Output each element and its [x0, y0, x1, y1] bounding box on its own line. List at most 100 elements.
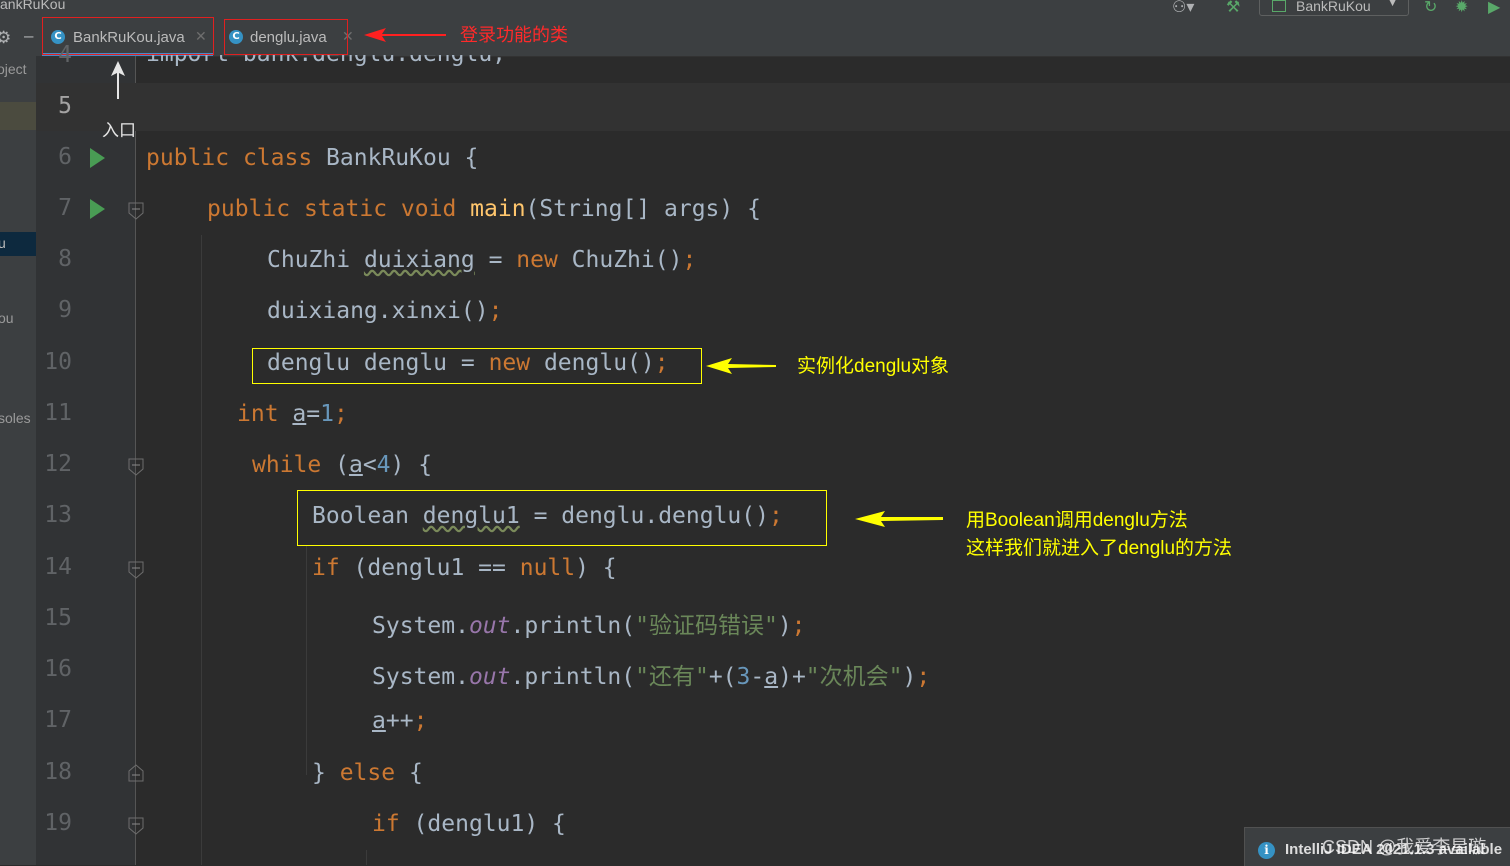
keyword: class: [242, 145, 313, 171]
scratches-consoles-label[interactable]: soles: [0, 410, 31, 426]
info-icon: i: [1258, 842, 1275, 859]
code-text: .println(: [510, 613, 636, 639]
run-configuration-select[interactable]: BankRuKou ▼: [1259, 0, 1409, 16]
fold-icon[interactable]: [128, 764, 144, 782]
static-field: out: [468, 664, 511, 690]
minimize-icon[interactable]: –: [24, 26, 33, 46]
project-label: oject: [0, 61, 27, 77]
fold-icon[interactable]: [128, 817, 144, 835]
gear-icon[interactable]: ⚙: [0, 28, 11, 48]
indent-guide: [306, 545, 307, 775]
run-config-label: BankRuKou: [1296, 0, 1371, 14]
method-name: main: [470, 196, 526, 222]
project-tree-item[interactable]: u: [0, 232, 36, 256]
keyword: if: [372, 811, 400, 837]
code-text: )+: [778, 664, 806, 690]
keyword: static: [303, 196, 388, 222]
coverage-run-icon[interactable]: ▶: [1488, 0, 1500, 17]
line-number: 4: [58, 42, 72, 68]
code-text: +(: [708, 664, 737, 690]
keyword: public: [207, 196, 291, 222]
code-text: =: [306, 401, 321, 427]
code-text: (String[] args) {: [525, 196, 761, 222]
code-line-7[interactable]: public static void main(String[] args) {: [207, 196, 761, 222]
code-line-9[interactable]: duixiang.xinxi();: [267, 298, 502, 324]
semicolon: ;: [682, 247, 697, 273]
code-line-16[interactable]: System.out.println("还有"+(3-a)+"次机会");: [372, 657, 930, 691]
code-text: (denglu1) {: [399, 811, 566, 837]
annotation-call-line1: 用Boolean调用denglu方法: [966, 510, 1188, 531]
code-text: <: [362, 452, 377, 478]
code-text: ): [777, 613, 792, 639]
chevron-down-icon: ▼: [1387, 0, 1398, 9]
line-number: 8: [58, 246, 72, 272]
code-text: ) {: [575, 555, 617, 581]
code-line-12[interactable]: while (a<4) {: [252, 452, 432, 478]
project-tool-window: oject u ou soles: [0, 56, 36, 865]
keyword: void: [400, 196, 457, 222]
annotation-login-class: 登录功能的类: [460, 25, 568, 45]
keyword: null: [519, 555, 576, 581]
rerun-icon[interactable]: ↻: [1424, 0, 1437, 17]
fold-icon[interactable]: [128, 458, 144, 476]
code-line-8[interactable]: ChuZhi duixiang = new ChuZhi();: [267, 247, 696, 273]
keyword: else: [339, 760, 396, 786]
build-hammer-icon[interactable]: ⚒: [1226, 0, 1240, 17]
annotation-instantiate: 实例化denglu对象: [797, 356, 950, 377]
line-number: 10: [44, 349, 72, 375]
line-number: 14: [44, 554, 72, 580]
code-line-6[interactable]: public class BankRuKou {: [146, 145, 478, 171]
semicolon: ;: [413, 708, 428, 734]
run-class-icon[interactable]: [90, 148, 105, 168]
variable: a: [764, 664, 779, 690]
line-number: 18: [44, 759, 72, 785]
indent-guide: [201, 235, 202, 865]
window-title: ankRuKou: [0, 0, 66, 12]
keyword: int: [237, 401, 279, 427]
number: 1: [320, 401, 334, 427]
line-number: 7: [58, 195, 72, 221]
code-text: duixiang.xinxi(): [267, 298, 489, 324]
code-text: ++: [385, 708, 414, 734]
keyword: new: [516, 247, 558, 273]
code-line-14[interactable]: if (denglu1 == null) {: [312, 555, 617, 581]
line-number: 16: [44, 656, 72, 682]
code-line-15[interactable]: System.out.println("验证码错误");: [372, 606, 806, 640]
code-text: =: [474, 247, 517, 273]
keyword: while: [252, 452, 322, 478]
code-text: (: [321, 452, 349, 478]
code-line-19[interactable]: if (denglu1) {: [372, 811, 566, 837]
code-text: -: [750, 664, 765, 690]
fold-icon[interactable]: [128, 561, 144, 579]
code-text: ChuZhi: [267, 247, 364, 273]
string-literal: "次机会": [805, 664, 903, 690]
annotation-entry: 入口: [102, 121, 136, 140]
number: 3: [736, 664, 751, 690]
code-line-18[interactable]: } else {: [312, 760, 423, 786]
debug-bug-icon[interactable]: ✹: [1455, 0, 1468, 17]
code-text: System.: [372, 613, 469, 639]
string-literal: "还有": [635, 664, 709, 690]
string-literal: "验证码错误": [635, 613, 778, 639]
line-number: 19: [44, 810, 72, 836]
project-tree-item-label[interactable]: ou: [0, 310, 14, 326]
code-text: ChuZhi(): [557, 247, 683, 273]
number: 4: [376, 452, 391, 478]
run-config-icon: [1272, 0, 1286, 12]
code-text: System.: [372, 664, 469, 690]
code-text: (denglu1 ==: [339, 555, 520, 581]
fold-icon[interactable]: [128, 202, 144, 220]
line-number: 12: [44, 451, 72, 477]
code-line-11[interactable]: int a=1;: [237, 401, 348, 427]
code-line-17[interactable]: a++;: [372, 708, 427, 734]
variable: a: [348, 452, 363, 478]
run-main-icon[interactable]: [90, 199, 105, 219]
indent-guide: [366, 850, 367, 865]
current-line-highlight: [36, 83, 1510, 131]
semicolon: ;: [916, 664, 931, 690]
project-tree-selection[interactable]: [0, 102, 36, 130]
semicolon: ;: [791, 613, 806, 639]
annotation-arrow-yellow-icon: [855, 511, 943, 527]
variable: duixiang: [363, 247, 475, 273]
user-icon[interactable]: ⚇▾: [1172, 0, 1194, 17]
